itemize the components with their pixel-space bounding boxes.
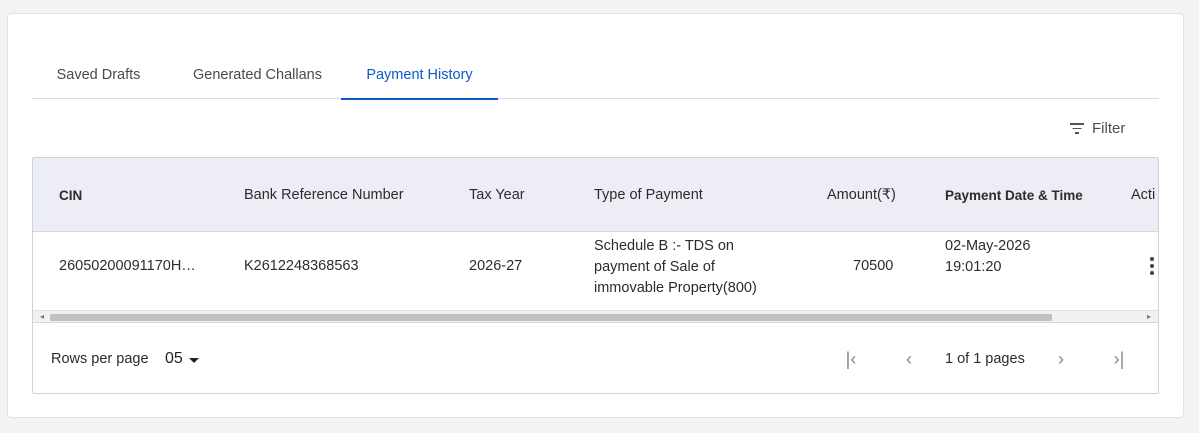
cell-tax-year: 2026-27 — [469, 258, 523, 274]
scroll-right-arrow-icon[interactable]: ▸ — [1142, 312, 1156, 321]
tab-saved-drafts[interactable]: Saved Drafts — [32, 52, 165, 99]
horizontal-scrollbar[interactable]: ◂ ▸ — [33, 310, 1158, 322]
cell-cin: 26050200091170H… — [59, 258, 196, 274]
tab-payment-history[interactable]: Payment History — [341, 52, 498, 100]
rows-per-page-value: 05 — [165, 350, 183, 367]
filter-label: Filter — [1092, 119, 1126, 137]
page-indicator: 1 of 1 pages — [945, 351, 1025, 367]
cell-type-of-payment: Schedule B :- TDS on payment of Sale of … — [594, 238, 757, 296]
column-header-action[interactable]: Acti — [1131, 187, 1155, 203]
rows-per-page-label: Rows per page — [51, 351, 149, 367]
scroll-left-arrow-icon[interactable]: ◂ — [35, 312, 49, 321]
filter-icon — [1070, 122, 1084, 134]
cell-payment-date: 02-May-2026 — [945, 238, 1031, 254]
column-header-amount[interactable]: Amount(₹) — [827, 187, 896, 203]
kebab-menu-icon[interactable] — [1149, 257, 1155, 277]
column-header-payment-date-time[interactable]: Payment Date & Time — [945, 188, 1083, 203]
filter-button[interactable]: Filter — [1070, 118, 1125, 138]
rows-per-page-select[interactable]: 05 — [165, 348, 199, 370]
scrollbar-thumb[interactable] — [50, 314, 1052, 321]
column-header-tax-year[interactable]: Tax Year — [469, 187, 525, 203]
first-page-icon[interactable]: |‹ — [839, 347, 863, 371]
table-row[interactable]: 26050200091170H… K2612248368563 2026-27 … — [33, 233, 1158, 313]
last-page-icon[interactable]: ›| — [1107, 347, 1131, 371]
tab-generated-challans[interactable]: Generated Challans — [180, 52, 335, 99]
cell-payment-time: 19:01:20 — [945, 259, 1002, 275]
column-header-bank-reference[interactable]: Bank Reference Number — [244, 187, 404, 203]
column-header-cin[interactable]: CIN — [59, 188, 82, 203]
cell-amount: 70500 — [853, 258, 894, 274]
payment-history-table: CIN Bank Reference Number Tax Year Type … — [32, 157, 1159, 394]
payment-card: Saved Drafts Generated Challans Payment … — [7, 13, 1184, 418]
cell-bank-reference: K2612248368563 — [244, 258, 359, 274]
pagination-bar: Rows per page 05 |‹ ‹ 1 of 1 pages › ›| — [33, 322, 1158, 393]
tab-bar: Saved Drafts Generated Challans Payment … — [32, 52, 1159, 100]
column-header-type-of-payment[interactable]: Type of Payment — [594, 187, 703, 203]
next-page-icon[interactable]: › — [1049, 347, 1073, 371]
caret-down-icon — [188, 357, 199, 363]
previous-page-icon[interactable]: ‹ — [897, 347, 921, 371]
table-header: CIN Bank Reference Number Tax Year Type … — [33, 158, 1158, 232]
